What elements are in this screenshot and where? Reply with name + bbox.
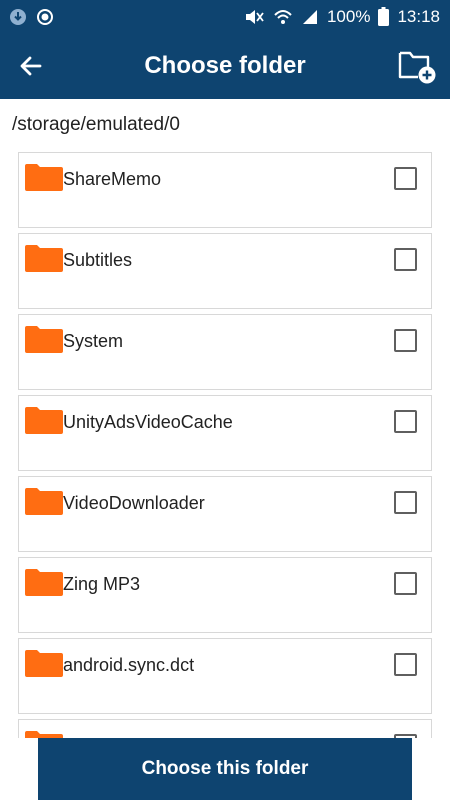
folder-item[interactable]: UnityAdsVideoCache [18,395,432,471]
folder-checkbox[interactable] [394,653,417,676]
folder-name: System [63,331,124,351]
folder-name: Subtitles [63,250,133,270]
status-right-icons: 100% 13:18 [243,7,440,26]
app-bar: Choose folder [0,33,450,99]
folder-icon [25,488,63,515]
battery-percentage: 100% [326,7,371,26]
folder-item[interactable]: ShareMemo [18,152,432,228]
download-notification-icon [10,8,26,25]
folder-checkbox[interactable] [394,248,417,271]
folder-icon [25,245,63,272]
current-path: /storage/emulated/0 [12,114,180,135]
folder-name: Zing MP3 [63,574,141,594]
battery-icon [378,7,390,26]
clock: 13:18 [397,7,440,26]
folder-name: ShareMemo [63,169,162,189]
back-button[interactable] [12,47,50,85]
folder-icon [25,731,63,738]
folder-icon [25,569,63,596]
folder-checkbox[interactable] [394,410,417,433]
status-left-icons [8,7,54,27]
folder-plus-icon [398,51,436,84]
arrow-left-icon [20,56,42,76]
folder-item[interactable]: Zing MP3 [18,557,432,633]
folder-icon [25,650,63,677]
folder-list: ShareMemo Subtitles System UnityAdsVideo… [18,152,432,738]
folder-icon [25,407,63,434]
folder-item[interactable]: VideoDownloader [18,476,432,552]
folder-icon [25,164,63,191]
folder-icon [25,326,63,353]
folder-checkbox[interactable] [394,329,417,352]
folder-item[interactable]: android.sync.dct [18,638,432,714]
choose-this-folder-button[interactable]: Choose this folder [38,738,412,800]
mute-icon [245,9,264,24]
folder-checkbox[interactable] [394,491,417,514]
folder-name: UnityAdsVideoCache [63,412,233,432]
signal-icon [302,9,317,24]
choose-this-folder-label: Choose this folder [141,758,309,779]
page-title: Choose folder [144,52,306,79]
status-bar: 100% 13:18 [0,0,450,33]
folder-name: android.sync.dct [63,655,195,675]
wifi-icon [274,9,292,24]
record-notification-icon [37,8,53,25]
folder-item[interactable]: System [18,314,432,390]
folder-item[interactable]: Subtitles [18,233,432,309]
folder-item[interactable] [18,719,432,738]
folder-name: VideoDownloader [63,493,205,513]
folder-checkbox[interactable] [394,572,417,595]
folder-checkbox[interactable] [394,167,417,190]
new-folder-button[interactable] [396,45,438,87]
